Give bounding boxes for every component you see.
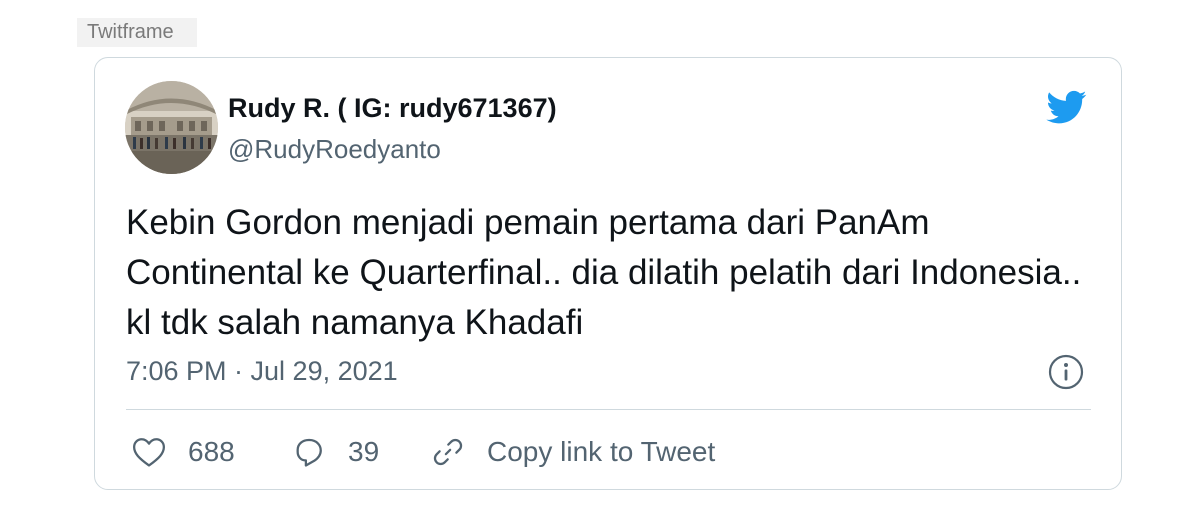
twitframe-label: Twitframe	[77, 18, 197, 47]
author-handle[interactable]: @RudyRoedyanto	[228, 134, 441, 165]
like-button[interactable]: 688	[132, 430, 235, 474]
heart-icon	[132, 436, 166, 468]
author-name[interactable]: Rudy R. ( IG: rudy671367)	[228, 93, 557, 124]
avatar-photo	[125, 81, 218, 174]
reply-icon	[292, 435, 326, 469]
reply-count: 39	[348, 436, 380, 467]
tweet-timestamp[interactable]: 7:06 PM · Jul 29, 2021	[126, 356, 398, 387]
tweet-actions: 688 39 Copy link to Tweet	[95, 430, 1121, 474]
divider	[126, 409, 1091, 410]
tweet-text: Kebin Gordon menjadi pemain pertama dari…	[126, 203, 1082, 342]
reply-button[interactable]: 39	[292, 430, 379, 474]
avatar[interactable]	[125, 81, 218, 174]
copy-link-label: Copy link to Tweet	[487, 436, 716, 467]
copy-link-button[interactable]: Copy link to Tweet	[431, 430, 715, 474]
like-count: 688	[188, 436, 235, 467]
tweet-card: Rudy R. ( IG: rudy671367) @RudyRoedyanto…	[94, 57, 1122, 490]
link-icon	[431, 435, 465, 469]
info-icon[interactable]	[1048, 354, 1084, 390]
twitter-bird-icon[interactable]	[1044, 87, 1090, 127]
